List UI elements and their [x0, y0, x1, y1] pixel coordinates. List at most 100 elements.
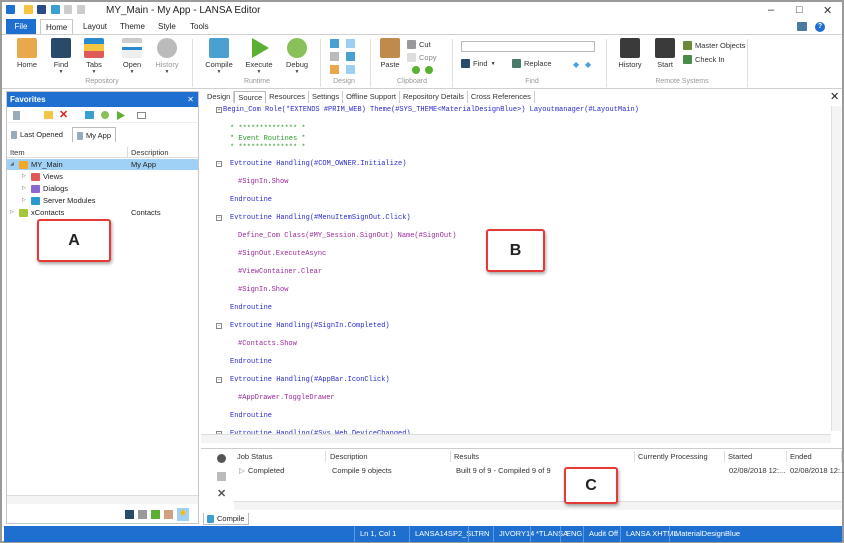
open-icon[interactable]	[24, 5, 33, 14]
start-button[interactable]: Start	[653, 38, 677, 69]
design-paint-icon[interactable]	[330, 65, 339, 74]
execute-icon[interactable]	[117, 111, 125, 120]
close-icon[interactable]: ✕	[187, 92, 194, 107]
open-button[interactable]: Open ▼	[119, 38, 145, 75]
tab-style[interactable]: Style	[153, 19, 181, 34]
tab-last-opened[interactable]: Last Opened	[11, 130, 63, 140]
save-icon[interactable]	[37, 5, 46, 14]
tab-resources[interactable]: Resources	[266, 91, 309, 103]
view-icon[interactable]	[13, 111, 20, 120]
cut-button[interactable]: Cut	[407, 40, 431, 49]
design-window-icon[interactable]	[346, 52, 355, 61]
tab-repository-details[interactable]: Repository Details	[400, 91, 468, 103]
output-scrollbar[interactable]	[234, 501, 842, 510]
forward-icon[interactable]	[77, 5, 85, 14]
collapse-icon[interactable]: −	[216, 323, 222, 329]
hand-icon[interactable]	[217, 472, 226, 481]
horizontal-scrollbar[interactable]	[7, 495, 198, 504]
history-button[interactable]: History ▼	[153, 38, 181, 75]
close-editor-icon[interactable]: ✕	[830, 90, 839, 103]
search-icon[interactable]	[101, 111, 109, 119]
tree-item[interactable]: ▷ Views	[7, 171, 198, 182]
pointer-icon[interactable]	[164, 510, 173, 519]
column-item[interactable]: Item	[10, 148, 25, 157]
expand-icon[interactable]: ▷	[22, 195, 26, 206]
tab-tools[interactable]: Tools	[185, 19, 214, 34]
add-folder-icon[interactable]	[44, 111, 53, 119]
remote-history-button[interactable]: History	[616, 38, 644, 69]
check-in-button[interactable]: Check In	[683, 55, 725, 64]
tab-compile[interactable]: Compile	[203, 513, 249, 525]
search-icon[interactable]	[217, 454, 226, 463]
master-objects-button[interactable]: Master Objects	[683, 41, 745, 50]
redo-icon[interactable]	[425, 66, 433, 74]
debug-button[interactable]: Debug ▼	[282, 38, 312, 75]
tab-home[interactable]: Home	[40, 19, 74, 34]
monitor-icon[interactable]	[125, 510, 134, 519]
tab-design[interactable]: Design	[204, 91, 235, 103]
column-results[interactable]: Results	[451, 451, 635, 462]
star-icon[interactable]: ★	[177, 508, 189, 521]
tab-my-app[interactable]: My App	[72, 127, 117, 142]
settings-icon[interactable]	[797, 22, 807, 31]
tab-offline-support[interactable]: Offline Support	[343, 91, 400, 103]
group-clipboard-label: Clipboard	[397, 78, 427, 85]
design-tools-icon[interactable]	[346, 39, 355, 48]
compile-icon[interactable]	[51, 5, 60, 14]
code-horizontal-scrollbar[interactable]	[201, 434, 831, 443]
tab-cross-references[interactable]: Cross References	[468, 91, 535, 103]
home-button[interactable]: Home	[14, 38, 40, 69]
properties-icon[interactable]	[137, 112, 146, 119]
tree-item[interactable]: ▷ xContacts Contacts	[7, 207, 198, 218]
next-icon[interactable]: ◆	[585, 60, 591, 69]
column-description[interactable]: Description	[131, 148, 169, 157]
expand-icon[interactable]: ▷	[10, 207, 14, 218]
tabs-button[interactable]: Tabs ▼	[81, 38, 107, 75]
find-repo-button[interactable]: Find ▼	[48, 38, 74, 75]
compile-button[interactable]: Compile ▼	[204, 38, 234, 75]
column-currently-processing[interactable]: Currently Processing	[635, 451, 725, 462]
collapse-icon[interactable]: ◢	[10, 159, 14, 170]
tools-icon[interactable]	[138, 510, 147, 519]
expand-icon[interactable]: +	[216, 107, 222, 113]
tab-layout[interactable]: Layout	[78, 19, 112, 34]
column-started[interactable]: Started	[725, 451, 787, 462]
back-icon[interactable]	[64, 5, 72, 14]
tab-source[interactable]: Source	[234, 91, 267, 103]
paste-button[interactable]: Paste	[378, 38, 402, 69]
collapse-icon[interactable]: −	[216, 377, 222, 383]
column-description[interactable]: Description	[327, 451, 451, 462]
collapse-icon[interactable]: −	[216, 161, 222, 167]
column-ended[interactable]: Ended	[787, 451, 842, 462]
design-grid-icon[interactable]	[330, 39, 339, 48]
tree-item[interactable]: ◢ MY_Main My App	[7, 159, 198, 170]
maximize-button[interactable]: □	[796, 4, 803, 16]
close-button[interactable]: ✕	[823, 4, 832, 17]
undo-icon[interactable]	[412, 66, 420, 74]
design-edit-icon[interactable]	[346, 65, 355, 74]
copy-button[interactable]: Copy	[407, 53, 437, 62]
help-icon[interactable]: ?	[815, 22, 825, 32]
compile-icon[interactable]	[85, 111, 94, 119]
clear-icon[interactable]: ✕	[217, 487, 226, 500]
execute-button[interactable]: Execute ▼	[244, 38, 274, 75]
vertical-scrollbar[interactable]	[831, 106, 841, 431]
design-move-icon[interactable]	[330, 52, 339, 61]
tree-item[interactable]: ▷ Dialogs	[7, 183, 198, 194]
replace-button[interactable]: Replace	[512, 59, 552, 68]
tree-item[interactable]: ▷ Server Modules	[7, 195, 198, 206]
previous-icon[interactable]: ◆	[573, 60, 579, 69]
upload-icon[interactable]	[151, 510, 160, 519]
column-job-status[interactable]: Job Status	[234, 451, 326, 462]
tab-file[interactable]: File	[6, 19, 36, 34]
delete-icon[interactable]: ✕	[59, 108, 68, 121]
expand-icon[interactable]: ▷	[22, 171, 26, 182]
collapse-icon[interactable]: −	[216, 215, 222, 221]
minimize-button[interactable]: –	[768, 4, 774, 16]
tab-settings[interactable]: Settings	[309, 91, 344, 103]
find-input[interactable]	[461, 41, 595, 52]
editor-panel: Design Source Resources Settings Offline Sup…	[201, 90, 844, 525]
tab-theme[interactable]: Theme	[115, 19, 150, 34]
expand-icon[interactable]: ▷	[22, 183, 26, 194]
find-button[interactable]: Find ▼	[461, 59, 496, 68]
